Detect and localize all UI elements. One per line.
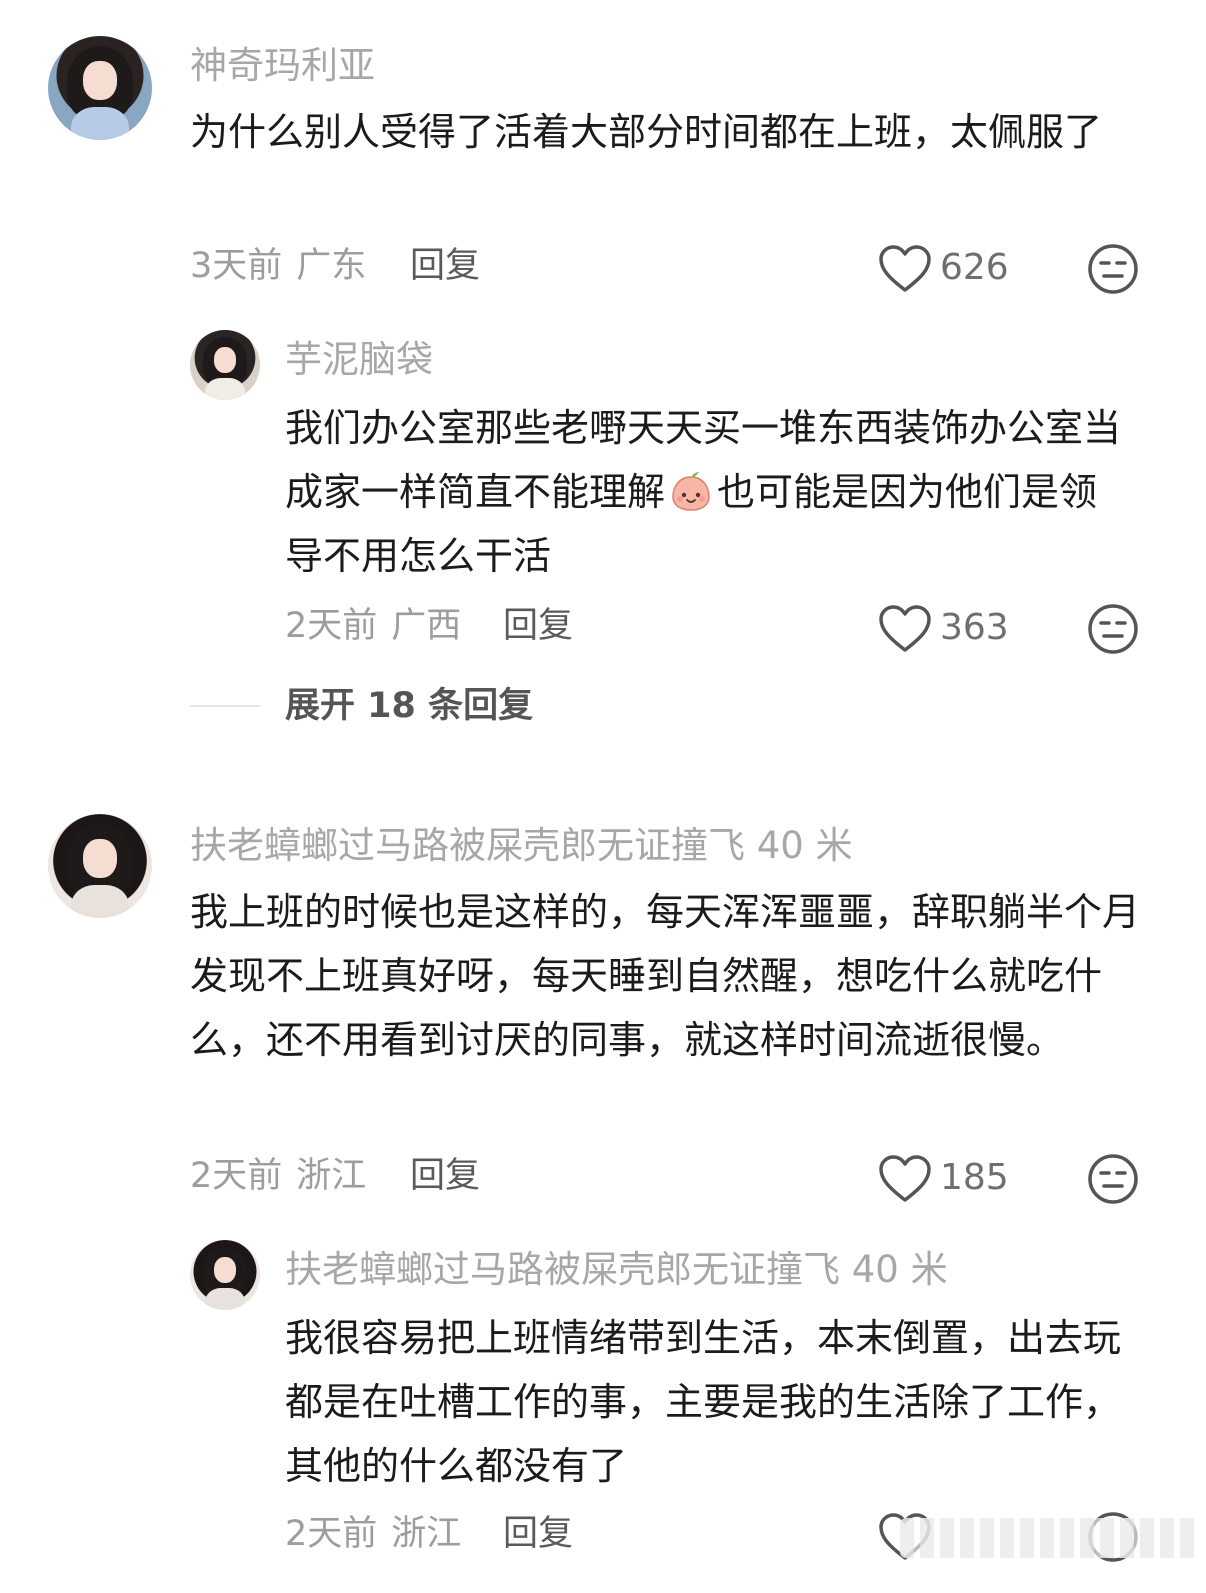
like-count: 626 xyxy=(940,247,1009,288)
username[interactable]: 神奇玛利亚 xyxy=(190,44,375,88)
like-count: 363 xyxy=(940,607,1009,648)
expand-divider xyxy=(190,705,260,707)
reply-text: 我很容易把上班情绪带到生活，本末倒置，出去玩都是在吐槽工作的事，主要是我的生活除… xyxy=(285,1316,1122,1488)
comment-location: 浙江 xyxy=(296,1156,367,1196)
username[interactable]: 芋泥脑袋 xyxy=(285,338,433,382)
reply-location: 广西 xyxy=(391,606,462,646)
meh-face-icon xyxy=(1088,244,1138,294)
avatar[interactable] xyxy=(48,814,152,918)
avatar[interactable] xyxy=(190,330,260,400)
username[interactable]: 扶老蟑螂过马路被屎壳郎无证撞飞 40 米 xyxy=(190,824,853,868)
dislike-button[interactable] xyxy=(1086,242,1140,296)
username[interactable]: 扶老蟑螂过马路被屎壳郎无证撞飞 40 米 xyxy=(285,1248,948,1292)
heart-outline-icon xyxy=(879,605,931,652)
like-button[interactable]: 363 xyxy=(878,600,1028,656)
meh-face-icon xyxy=(1088,604,1138,654)
comment-time: 3天前 xyxy=(190,246,283,286)
dislike-button[interactable] xyxy=(1086,1152,1140,1206)
avatar[interactable] xyxy=(190,1240,260,1310)
comment-meta: 3天前 广东 xyxy=(190,244,366,288)
reply-button[interactable]: 回复 xyxy=(503,604,573,648)
reply-button[interactable]: 回复 xyxy=(410,1154,480,1198)
comment-text: 我上班的时候也是这样的，每天浑浑噩噩，辞职躺半个月发现不上班真好呀，每天睡到自然… xyxy=(190,890,1141,1062)
like-count: 185 xyxy=(940,1157,1009,1198)
reply-meta: 2天前 广西 xyxy=(285,604,461,648)
comment-meta: 2天前 浙江 xyxy=(190,1154,366,1198)
avatar[interactable] xyxy=(48,36,152,140)
dislike-button[interactable] xyxy=(1086,602,1140,656)
comment-text: 为什么别人受得了活着大部分时间都在上班，太佩服了 xyxy=(190,110,1103,154)
comment-time: 2天前 xyxy=(190,1156,283,1196)
meh-face-icon xyxy=(1088,1154,1138,1204)
reply-button[interactable]: 回复 xyxy=(410,244,480,288)
reply-time: 2天前 xyxy=(285,1514,378,1554)
heart-outline-icon xyxy=(879,245,931,292)
heart-outline-icon xyxy=(879,1155,931,1202)
like-button[interactable]: 185 xyxy=(878,1150,1028,1206)
reply-text: 我们办公室那些老嘢天天买一堆东西装饰办公室当成家一样简直不能理解 也可能是因为他… xyxy=(285,396,1125,588)
peach-face-emoji xyxy=(669,468,713,512)
reply-location: 浙江 xyxy=(391,1514,462,1554)
comment-location: 广东 xyxy=(296,246,367,286)
like-button[interactable]: 626 xyxy=(878,240,1028,296)
reply-time: 2天前 xyxy=(285,606,378,646)
expand-replies-button[interactable]: 展开 18 条回复 xyxy=(285,684,533,728)
watermark xyxy=(900,1518,1200,1558)
reply-meta: 2天前 浙江 xyxy=(285,1512,461,1556)
reply-button[interactable]: 回复 xyxy=(503,1512,573,1556)
